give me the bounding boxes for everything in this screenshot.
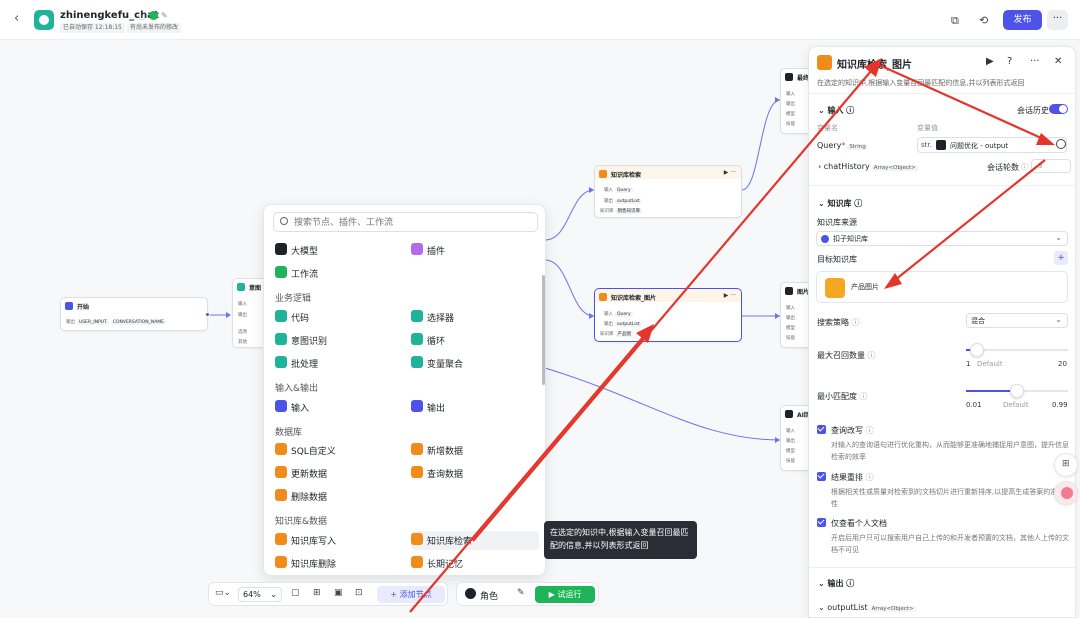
annotation-arrows <box>409 58 1055 613</box>
